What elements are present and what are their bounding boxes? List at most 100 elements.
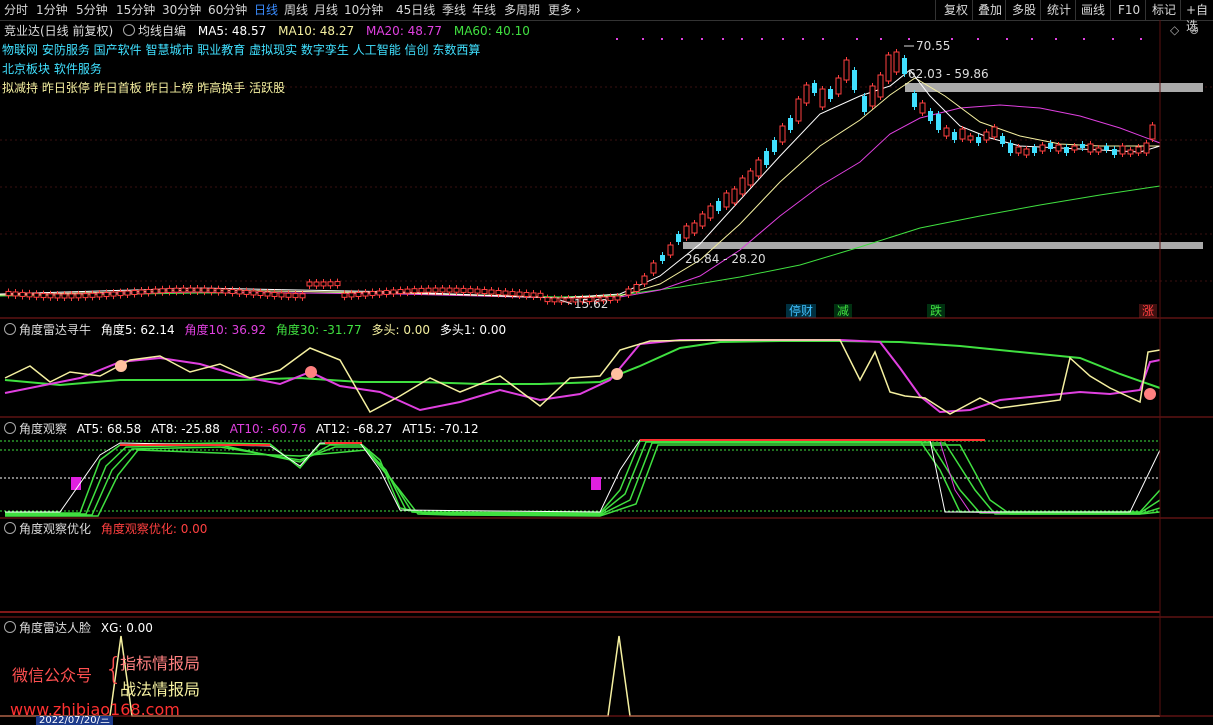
- candle: [699, 213, 706, 227]
- candle: [902, 58, 907, 74]
- candle: [159, 288, 166, 294]
- concept-tags[interactable]: 物联网 安防服务 国产软件 智慧城市 职业教育 虚拟现实 数字孪生 人工智能 信…: [2, 41, 480, 58]
- candle: [103, 292, 110, 298]
- candle: [1039, 144, 1046, 152]
- candle: [173, 287, 180, 293]
- pane-controls: ◇ ⊗: [1170, 23, 1199, 37]
- candle: [660, 255, 665, 261]
- lower-range-annotation: 26.84 - 28.20: [685, 252, 766, 266]
- candle: [418, 287, 425, 293]
- pane3-value: AT8: -25.88: [151, 422, 220, 436]
- collapse-icon[interactable]: [4, 323, 16, 335]
- candle: [236, 289, 243, 295]
- candle: [404, 288, 411, 294]
- candle: [1104, 146, 1109, 150]
- candle: [1112, 149, 1117, 155]
- candle: [755, 159, 762, 177]
- candle: [607, 295, 614, 301]
- candle: [739, 177, 746, 195]
- candle: [110, 291, 117, 297]
- svg-text:减: 减: [837, 304, 849, 318]
- watermark-line2: 战法情报局: [120, 680, 201, 699]
- candle: [676, 234, 681, 242]
- candle: [341, 292, 348, 298]
- candle: [411, 288, 418, 294]
- candle: [843, 59, 850, 81]
- candle: [390, 289, 397, 295]
- candle: [89, 292, 96, 298]
- region-tags[interactable]: 北京板块 软件服务: [2, 60, 102, 77]
- candle: [96, 292, 103, 298]
- candle: [788, 118, 793, 130]
- candle: [194, 287, 201, 293]
- diamond-icon[interactable]: ◇: [1170, 23, 1179, 37]
- indicator-name[interactable]: 均线自编: [138, 24, 186, 38]
- candle: [707, 205, 714, 219]
- candle: [516, 291, 523, 297]
- close-icon[interactable]: ⊗: [1189, 23, 1199, 37]
- candle: [683, 225, 690, 239]
- ma60-value: MA60: 40.10: [453, 24, 530, 38]
- candle: [1143, 142, 1150, 154]
- pane5-value: XG: 0.00: [100, 621, 153, 635]
- candle: [138, 289, 145, 295]
- candle: [229, 288, 236, 294]
- candle: [812, 83, 817, 93]
- pane3-value: AT5: 68.58: [76, 422, 142, 436]
- candle: [772, 140, 777, 152]
- candle: [5, 290, 12, 296]
- pane2-title[interactable]: 角度雷达寻牛: [19, 323, 91, 337]
- collapse-icon[interactable]: [4, 522, 16, 534]
- candle: [439, 287, 446, 293]
- status-tags[interactable]: 拟减持 昨日张停 昨日首板 昨日上榜 昨高换手 活跃股: [2, 79, 285, 96]
- candle: [803, 84, 810, 104]
- collapse-icon[interactable]: [123, 24, 138, 38]
- candle: [1032, 147, 1037, 153]
- candle: [819, 88, 826, 108]
- pane3-title[interactable]: 角度观察: [19, 422, 67, 436]
- candle: [369, 291, 376, 297]
- collapse-icon[interactable]: [4, 621, 16, 633]
- candle: [474, 288, 481, 294]
- collapse-icon[interactable]: [4, 422, 16, 434]
- candle: [716, 201, 721, 211]
- candle: [376, 290, 383, 296]
- candle: [243, 289, 250, 295]
- candle: [537, 292, 544, 298]
- ma5-value: MA5: 48.57: [197, 24, 267, 38]
- candle: [383, 289, 390, 295]
- candle: [187, 287, 194, 293]
- candle: [936, 114, 941, 130]
- pane5-title[interactable]: 角度雷达人脸: [19, 621, 91, 635]
- candle: [222, 288, 229, 294]
- stock-title[interactable]: 竞业达(日线 前复权): [4, 24, 113, 38]
- pane4-value: 角度观察优化: 0.00: [100, 522, 208, 536]
- candle: [124, 290, 131, 296]
- kline-chart[interactable]: 70.55 62.03 - 59.86 26.84 - 28.20 15.62 …: [0, 0, 1213, 725]
- candle: [523, 292, 530, 298]
- pane2-value: 角度5: 62.14: [100, 323, 175, 337]
- candle: [828, 89, 833, 99]
- candle: [967, 135, 974, 141]
- candle: [976, 137, 981, 143]
- candle: [943, 127, 950, 137]
- candle: [764, 151, 769, 165]
- candle: [779, 125, 786, 143]
- pane4-title[interactable]: 角度观察优化: [19, 522, 91, 536]
- candle: [991, 126, 998, 138]
- candle: [893, 51, 900, 73]
- watermark-wechat: 微信公众号: [12, 666, 93, 685]
- candle: [299, 293, 306, 299]
- candle: [633, 284, 640, 292]
- low-annotation: 15.62: [574, 297, 608, 311]
- candle: [983, 131, 990, 141]
- svg-text:涨: 涨: [1142, 303, 1154, 318]
- candle: [166, 287, 173, 293]
- candle: [495, 290, 502, 296]
- candle: [959, 128, 966, 140]
- candle: [481, 289, 488, 295]
- candle: [885, 54, 892, 82]
- candle: [551, 297, 558, 303]
- pane3-signal-marker: [591, 477, 601, 490]
- candle: [928, 111, 933, 121]
